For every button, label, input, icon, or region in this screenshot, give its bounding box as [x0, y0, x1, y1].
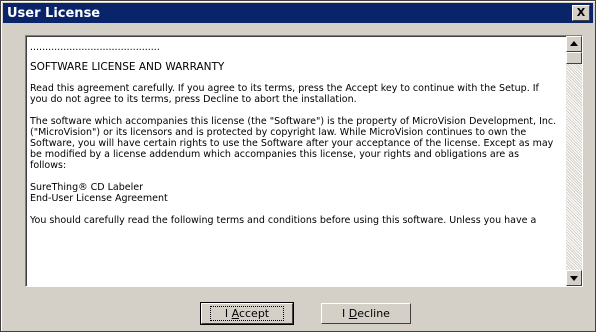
- scroll-up-button[interactable]: [566, 36, 582, 52]
- arrow-up-icon: [570, 41, 578, 46]
- decline-button-label: I Decline: [342, 307, 390, 320]
- user-license-dialog: User License X .........................…: [0, 0, 596, 332]
- title-bar[interactable]: User License X: [3, 3, 593, 23]
- window-title: User License: [7, 5, 101, 21]
- license-paragraph-3: You should carefully read the following …: [30, 215, 537, 226]
- close-button[interactable]: X: [572, 5, 590, 21]
- accept-button-label: I Accept: [209, 306, 285, 321]
- product-name: SureThing® CD Labeler: [30, 182, 143, 193]
- arrow-down-icon: [570, 276, 578, 281]
- scrollbar-thumb[interactable]: [566, 52, 582, 64]
- close-icon: X: [576, 6, 586, 19]
- accept-button[interactable]: I Accept: [200, 302, 294, 325]
- license-paragraph-2: The software which accompanies this lice…: [30, 116, 557, 171]
- license-text-area[interactable]: ........................................…: [25, 35, 583, 287]
- license-content: ........................................…: [30, 42, 558, 237]
- license-paragraph-1: Read this agreement carefully. If you ag…: [30, 83, 539, 105]
- vertical-scrollbar[interactable]: [566, 36, 582, 286]
- scroll-down-button[interactable]: [566, 270, 582, 286]
- license-separator: ........................................…: [30, 42, 160, 53]
- license-heading: SOFTWARE LICENSE AND WARRANTY: [30, 61, 225, 73]
- agreement-title: End-User License Agreement: [30, 193, 168, 204]
- decline-button[interactable]: I Decline: [321, 303, 411, 324]
